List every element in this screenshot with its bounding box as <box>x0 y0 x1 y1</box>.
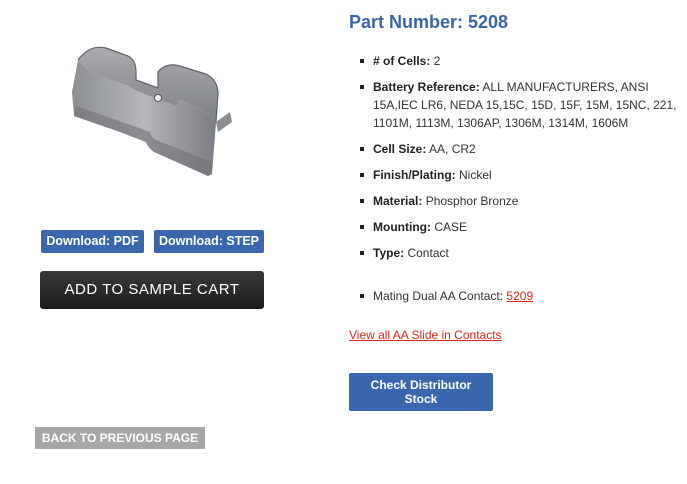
spec-label: Battery Reference: <box>373 80 480 94</box>
spec-label: # of Cells: <box>373 54 431 68</box>
bullet-icon <box>360 294 364 298</box>
spec-item-material: Material: Phosphor Bronze <box>355 192 685 210</box>
spec-value: Nickel <box>459 168 492 182</box>
back-to-previous-page-button[interactable]: BACK TO PREVIOUS PAGE <box>35 427 205 449</box>
spec-value: AA, CR2 <box>429 142 476 156</box>
spec-list: # of Cells: 2 Battery Reference: ALL MAN… <box>355 52 685 313</box>
check-distributor-stock-button[interactable]: Check Distributor Stock <box>349 373 493 411</box>
spec-item-mounting: Mounting: CASE <box>355 218 685 236</box>
spec-value: 2 <box>433 54 441 68</box>
spec-item-cells: # of Cells: 2 <box>355 52 685 70</box>
spec-value: Phosphor Bronze <box>425 194 519 208</box>
spec-label: Material: <box>373 194 423 208</box>
mating-label: Mating Dual AA Contact: <box>373 289 504 303</box>
spec-value: Contact <box>407 246 449 260</box>
view-all-contacts-link[interactable]: View all AA Slide in Contacts <box>349 328 502 342</box>
mating-part-link[interactable]: 5209 <box>506 289 533 303</box>
page-title: Part Number: 5208 <box>349 12 509 32</box>
download-step-button[interactable]: Download: STEP <box>154 230 264 253</box>
spec-label: Type: <box>373 246 405 260</box>
spec-value: CASE <box>434 220 468 234</box>
spec-label: Finish/Plating: <box>373 168 456 182</box>
spec-label: Cell Size: <box>373 142 427 156</box>
spec-item-cell-size: Cell Size: AA, CR2 <box>355 140 685 158</box>
download-pdf-button[interactable]: Download: PDF <box>41 230 144 253</box>
spec-label: Mounting: <box>373 220 431 234</box>
bullet-icon <box>360 225 364 229</box>
bullet-icon <box>360 85 364 89</box>
spec-item-mating-contact: Mating Dual AA Contact: 5209 <box>355 287 685 305</box>
spec-item-finish-plating: Finish/Plating: Nickel <box>355 166 685 184</box>
bullet-icon <box>360 147 364 151</box>
add-to-sample-cart-button[interactable]: ADD TO SAMPLE CART <box>40 271 264 309</box>
product-image <box>72 46 232 176</box>
product-page: Download: PDF Download: STEP ADD TO SAMP… <box>0 0 687 484</box>
bullet-icon <box>360 199 364 203</box>
spec-item-battery-reference: Battery Reference: ALL MANUFACTURERS, AN… <box>355 78 685 132</box>
bullet-icon <box>360 173 364 177</box>
bullet-icon <box>360 59 364 63</box>
check-distributor-stock-label: Check Distributor Stock <box>370 378 472 406</box>
spec-item-type: Type: Contact <box>355 244 685 262</box>
bullet-icon <box>360 251 364 255</box>
